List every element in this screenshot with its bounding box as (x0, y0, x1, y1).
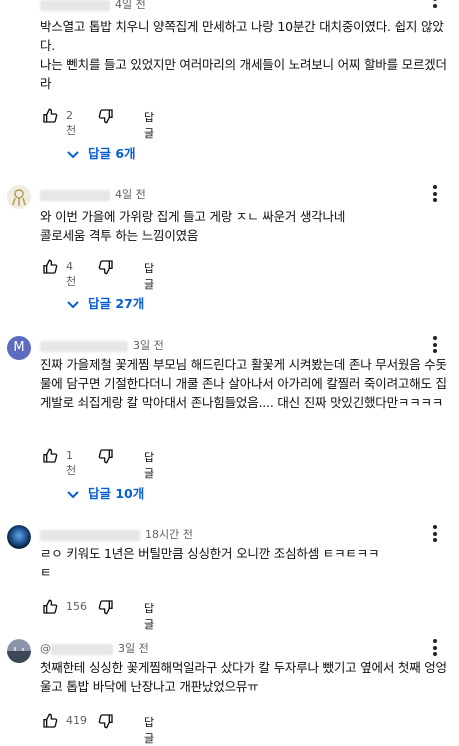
replies-count-label: 답글 27개 (88, 296, 145, 311)
like-count: 419 (66, 714, 87, 727)
chevron-down-icon (67, 151, 79, 159)
comment-time: 3일 전 (118, 642, 149, 655)
chevron-down-icon (67, 491, 79, 499)
avatar[interactable] (7, 185, 31, 209)
view-replies-button[interactable]: 답글 27개 (66, 293, 144, 312)
avatar-letter: M (13, 340, 25, 355)
more-options-icon[interactable] (433, 639, 437, 659)
comment-text: 진짜 가을제철 꽃게찜 부모님 해드린다고 활꽃게 시켜봤는데 존나 무서웠음 … (40, 357, 447, 410)
more-options-icon[interactable] (433, 336, 437, 356)
avatar[interactable]: M (7, 336, 31, 360)
comment-time: 4일 전 (115, 188, 146, 201)
replies-count-label: 답글 10개 (88, 486, 145, 501)
view-replies-button[interactable]: 답글 6개 (66, 143, 136, 162)
comment-time: 4일 전 (115, 0, 146, 11)
like-icon[interactable] (42, 108, 58, 124)
comment-meta: 4일 전 (40, 186, 146, 202)
author-name-blurred[interactable] (40, 529, 140, 541)
dislike-icon[interactable] (98, 108, 114, 124)
dislike-icon[interactable] (98, 259, 114, 275)
reply-button[interactable]: 답글 (144, 109, 154, 141)
dislike-icon[interactable] (98, 713, 114, 729)
avatar[interactable] (7, 525, 31, 549)
like-count: 1천 (66, 449, 77, 477)
reply-button[interactable]: 답글 (144, 260, 154, 292)
reply-button[interactable]: 답글 (144, 600, 154, 632)
more-options-icon[interactable] (433, 525, 437, 545)
reply-button[interactable]: 답글 (144, 449, 154, 481)
like-icon[interactable] (42, 599, 58, 615)
reply-button[interactable]: 답글 (144, 714, 154, 746)
like-count: 4천 (66, 260, 77, 288)
like-icon[interactable] (42, 259, 58, 275)
comment-meta: 18시간 전 (40, 526, 193, 542)
avatar[interactable] (7, 639, 31, 663)
comment-text: ㄹㅇ 키워도 1년은 버틸만큼 싱싱한거 오니깐 조심하셈 ㅌㅋㅌㅋㅋ ㅌ (40, 546, 380, 580)
comment-meta: 3일 전 (40, 337, 164, 353)
comment-text: 박스열고 톱밥 치우니 양쪽집게 만세하고 나랑 10분간 대치중이였다. 쉽지… (40, 19, 447, 91)
like-icon[interactable] (42, 713, 58, 729)
comment-text: 첫째한테 싱싱한 꽃게찜해먹일라구 샀다가 칼 두자루나 뺐기고 옆에서 첫째 … (40, 660, 447, 694)
author-prefix: @ (40, 642, 51, 655)
comment-time: 18시간 전 (145, 528, 193, 541)
like-count: 2천 (66, 109, 77, 137)
author-name-blurred[interactable] (51, 643, 113, 655)
comment-time: 3일 전 (133, 339, 164, 352)
more-options-icon[interactable] (433, 0, 437, 10)
more-options-icon[interactable] (433, 185, 437, 205)
view-replies-button[interactable]: 답글 10개 (66, 483, 144, 502)
comment-meta: @3일 전 (40, 640, 149, 656)
dislike-icon[interactable] (98, 599, 114, 615)
comment-meta: 4일 전 (40, 0, 146, 12)
like-icon[interactable] (42, 448, 58, 464)
dislike-icon[interactable] (98, 448, 114, 464)
author-name-blurred[interactable] (40, 0, 110, 11)
comment-text: 와 이번 가을에 가위랑 집게 들고 게랑 ㅈㄴ 싸운거 생각나네 콜로세움 격… (40, 209, 346, 243)
like-count: 156 (66, 600, 87, 613)
replies-count-label: 답글 6개 (88, 146, 136, 161)
chevron-down-icon (67, 301, 79, 309)
author-name-blurred[interactable] (40, 189, 110, 201)
author-name-blurred[interactable] (40, 340, 128, 352)
